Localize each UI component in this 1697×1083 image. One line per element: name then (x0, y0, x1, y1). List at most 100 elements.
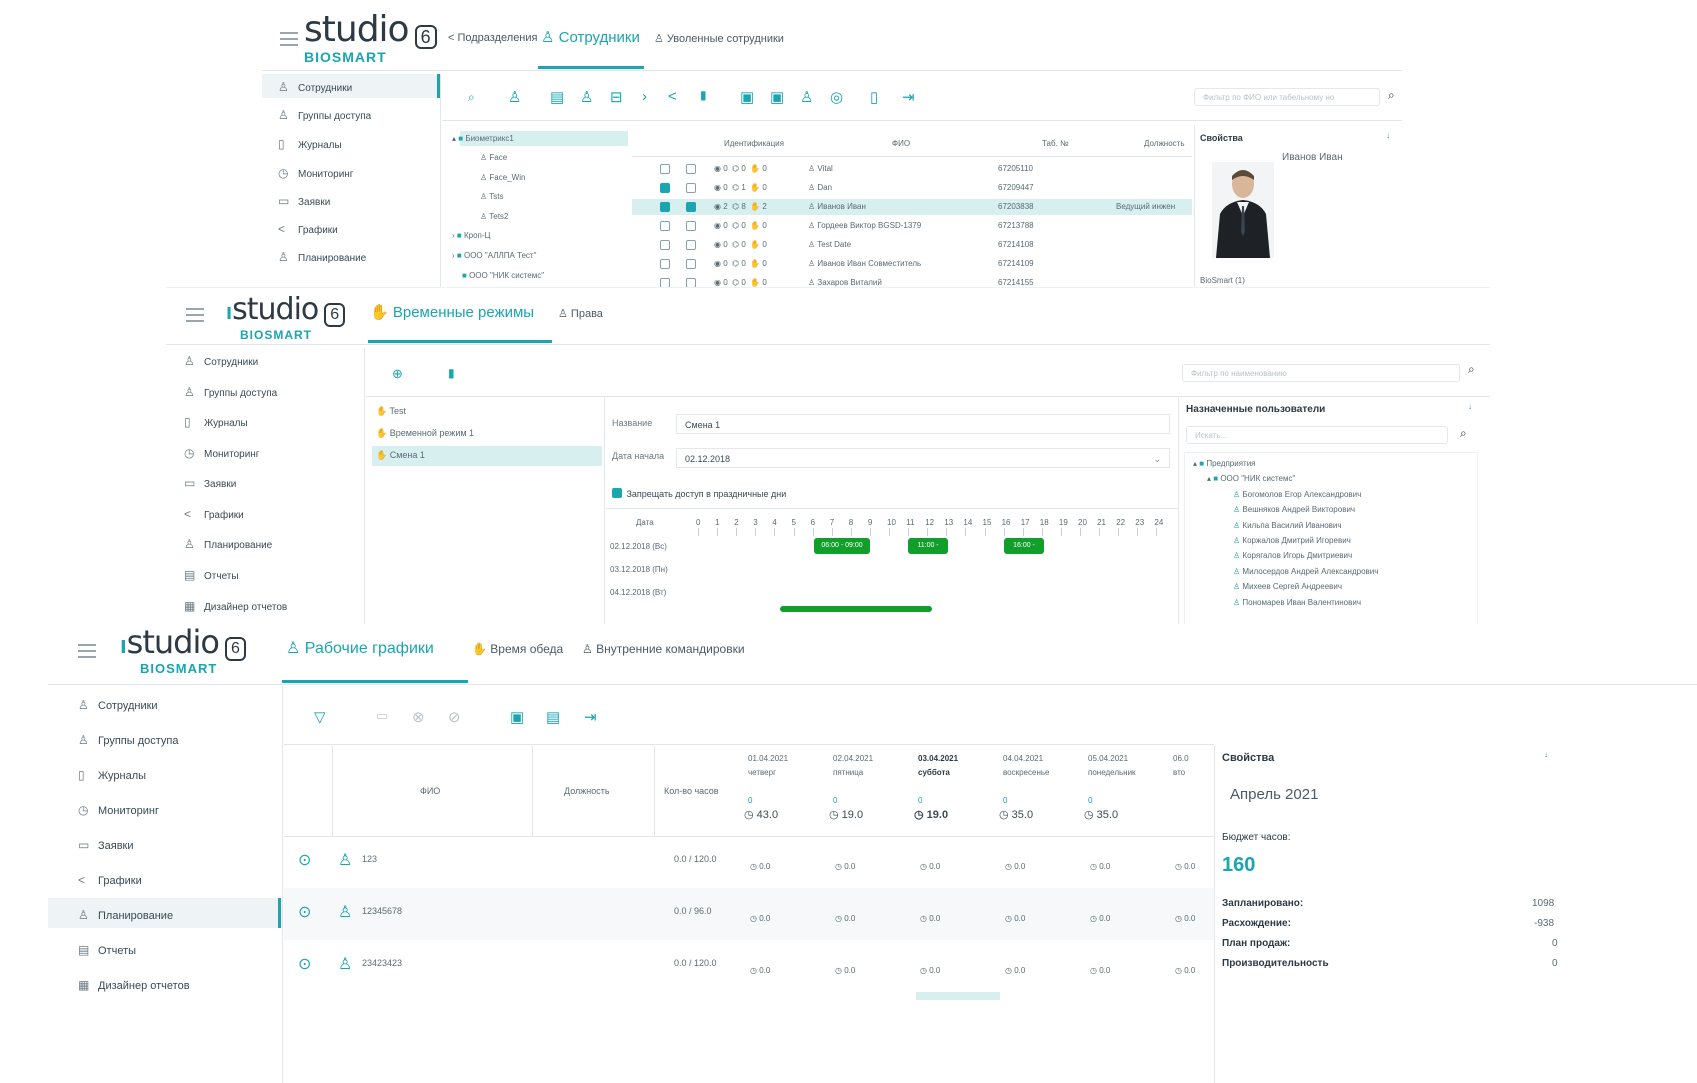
schedule-cell[interactable]: ◷ 0.0 (750, 914, 770, 923)
filter-icon[interactable]: ▽ (314, 708, 326, 726)
table-row[interactable]: ⊙ ♙ 123 0.0 / 120.0 (284, 836, 1214, 888)
pin-icon[interactable]: ↓ (1544, 750, 1548, 759)
time-interval-bar[interactable]: 06:00 - 09:00 (814, 538, 870, 554)
tree-node[interactable]: ■ ООО "НИК системс" (462, 271, 544, 280)
sidebar-item-requests[interactable]: ▭ Заявки (78, 838, 134, 852)
schedule-cell[interactable]: ◷ 0.0 (1090, 966, 1110, 975)
user-search-input[interactable]: Искать... (1186, 426, 1448, 444)
check-circle-icon[interactable]: ⊙ (298, 954, 311, 974)
time-interval-bar[interactable]: 11:00 - 13:00 (908, 538, 948, 565)
pin-icon[interactable]: ↓ (1468, 402, 1472, 411)
checkbox[interactable] (686, 278, 696, 288)
list-item[interactable]: ✋ Временной режим 1 (376, 428, 474, 439)
sidebar-item-requests[interactable]: ▭ Заявки (278, 194, 330, 208)
check-circle-icon[interactable]: ⊙ (298, 850, 311, 870)
search-icon[interactable]: ⌕ (1388, 88, 1395, 103)
tab-departments[interactable]: < Подразделения (448, 32, 537, 44)
sidebar-item-journals[interactable]: ▯ Журналы (184, 415, 248, 429)
start-date-input[interactable]: 02.12.2018 ⌄ (676, 448, 1170, 468)
lock-icon[interactable]: ▣ (740, 88, 754, 106)
schedule-cell[interactable]: ◷ 0.0 (835, 862, 855, 871)
table-row[interactable]: ◉ 0 ⌬ 0 ✋ 0 ♙ Test Date 67214108 (632, 238, 1192, 256)
calendar-icon[interactable]: ▭ (376, 708, 388, 724)
user-item[interactable]: ♙ Богомолов Егор Александрович (1233, 490, 1361, 499)
sidebar-item-employees[interactable]: ♙ Сотрудники (184, 354, 258, 368)
pin-icon[interactable]: ↓ (1386, 131, 1390, 140)
column-header-fio[interactable]: ФИО (892, 139, 910, 148)
search-icon[interactable]: ⌕ (1460, 426, 1467, 441)
checkbox[interactable] (660, 202, 670, 212)
sidebar-item-monitoring[interactable]: ◷ Мониторинг (278, 166, 353, 180)
split-icon[interactable]: ⊟ (610, 88, 623, 106)
checkbox[interactable] (686, 164, 696, 174)
schedule-cell[interactable]: ◷ 0.0 (920, 862, 940, 871)
sidebar-item-planning[interactable]: ♙ Планирование (278, 250, 366, 264)
table-row[interactable]: ◉ 0 ⌬ 0 ✋ 0 ♙ Гордеев Виктор BGSD-1379 6… (632, 219, 1192, 237)
chevron-right-icon[interactable]: › (642, 88, 647, 105)
tree-node[interactable]: ▴ ■ ООО "НИК системс" (1207, 474, 1295, 483)
tree-node[interactable]: › ■ Кроп-Ц (452, 231, 490, 240)
user-item[interactable]: ♙ Корягалов Игорь Дмитриевич (1233, 551, 1352, 560)
user-item[interactable]: ♙ Коржалов Дмитрий Игоревич (1233, 536, 1351, 545)
time-interval-bar[interactable]: 16:00 - 18:00 (1004, 538, 1044, 565)
sidebar-item-employees[interactable]: ♙ Сотрудники (278, 80, 352, 94)
user-item[interactable]: ♙ Пономарев Иван Валентинович (1233, 598, 1361, 607)
schedule-cell[interactable]: ◷ 0.0 (835, 914, 855, 923)
tab-lunch-time[interactable]: ✋ Время обеда (472, 642, 563, 656)
menu-icon[interactable] (78, 640, 96, 662)
user-item[interactable]: ♙ Кильпа Василий Иванович (1233, 521, 1342, 530)
sidebar-item-access-groups[interactable]: ♙ Группы доступа (78, 733, 178, 747)
tab-rights[interactable]: ♙ Права (558, 307, 603, 320)
menu-icon[interactable] (186, 304, 204, 326)
share-icon[interactable]: < (668, 88, 677, 105)
tab-business-trips[interactable]: ♙ Внутренние командировки (582, 642, 745, 656)
schedule-cell[interactable]: ◷ 0.0 (1175, 862, 1195, 871)
search-icon[interactable]: ⌕ (468, 90, 475, 105)
name-filter-input[interactable]: Фильтр по наименованию (1182, 364, 1460, 382)
checkbox[interactable] (686, 183, 696, 193)
sidebar-item-employees[interactable]: ♙ Сотрудники (78, 698, 158, 712)
sidebar-item-monitoring[interactable]: ◷ Мониторинг (78, 803, 159, 817)
sidebar-item-journals[interactable]: ▯ Журналы (278, 137, 342, 151)
menu-icon[interactable] (280, 28, 298, 50)
tree-node[interactable]: ♙ Face_Win (480, 173, 525, 182)
approve-icon[interactable]: ⊘ (448, 708, 461, 726)
sidebar-item-access-groups[interactable]: ♙ Группы доступа (278, 108, 371, 122)
column-header-hours[interactable]: Кол-во часов (664, 786, 719, 796)
schedule-cell[interactable]: ◷ 0.0 (1090, 914, 1110, 923)
table-row[interactable]: ◉ 0 ⌬ 1 ✋ 0 ♙ Dan 67209447 (632, 181, 1192, 199)
column-header-position[interactable]: Должность (1144, 139, 1185, 148)
sidebar-item-requests[interactable]: ▭ Заявки (184, 476, 236, 490)
table-row[interactable]: ⊙ ♙ 23423423 0.0 / 120.0 (284, 940, 1214, 992)
checkbox[interactable] (686, 259, 696, 269)
tree-node[interactable]: ♙ Tsts (480, 192, 503, 201)
checkbox[interactable] (660, 259, 670, 269)
table-row[interactable]: ◉ 0 ⌬ 0 ✋ 0 ♙ Иванов Иван Совместитель 6… (632, 257, 1192, 275)
tree-node[interactable]: ♙ Tets2 (480, 212, 508, 221)
delete-icon[interactable]: ▮ (448, 366, 455, 380)
sidebar-item-planning[interactable]: ♙ Планирование (78, 908, 173, 922)
checkbox[interactable] (686, 240, 696, 250)
schedule-cell[interactable]: ◷ 0.0 (1005, 862, 1025, 871)
name-input[interactable]: Смена 1 (676, 414, 1170, 434)
sidebar-item-schedules[interactable]: < Графики (278, 222, 338, 236)
sidebar-item-reports[interactable]: ▤ Отчеты (78, 943, 136, 957)
add-icon[interactable]: ⊕ (392, 366, 403, 382)
column-header-ident[interactable]: Идентификация (724, 139, 784, 148)
time-interval-bar[interactable] (780, 606, 932, 612)
tree-node-root[interactable]: ▴ ■ Биометрикс1 (452, 134, 514, 143)
check-circle-icon[interactable]: ⊙ (298, 902, 311, 922)
schedule-cell[interactable]: ◷ 0.0 (750, 862, 770, 871)
column-header-fio[interactable]: ФИО (420, 786, 440, 796)
unlock-icon[interactable]: ▣ (770, 88, 784, 106)
schedule-cell[interactable]: ◷ 0.0 (1090, 862, 1110, 871)
delete-icon[interactable]: ▮ (700, 88, 707, 102)
sidebar-item-report-designer[interactable]: ▦ Дизайнер отчетов (78, 978, 190, 992)
sidebar-item-report-designer[interactable]: ▦ Дизайнер отчетов (184, 599, 287, 613)
table-row-selected[interactable]: ◉ 2 ⌬ 8 ✋ 2 ♙ Иванов Иван 67203838 Ведущ… (632, 200, 1192, 218)
user-item[interactable]: ♙ Милосердов Андрей Александрович (1233, 567, 1378, 576)
sidebar-item-schedules[interactable]: < Графики (78, 873, 142, 887)
export-icon[interactable]: ⇥ (584, 708, 597, 726)
sidebar-item-monitoring[interactable]: ◷ Мониторинг (184, 446, 259, 460)
book-icon[interactable]: ▯ (870, 88, 878, 106)
